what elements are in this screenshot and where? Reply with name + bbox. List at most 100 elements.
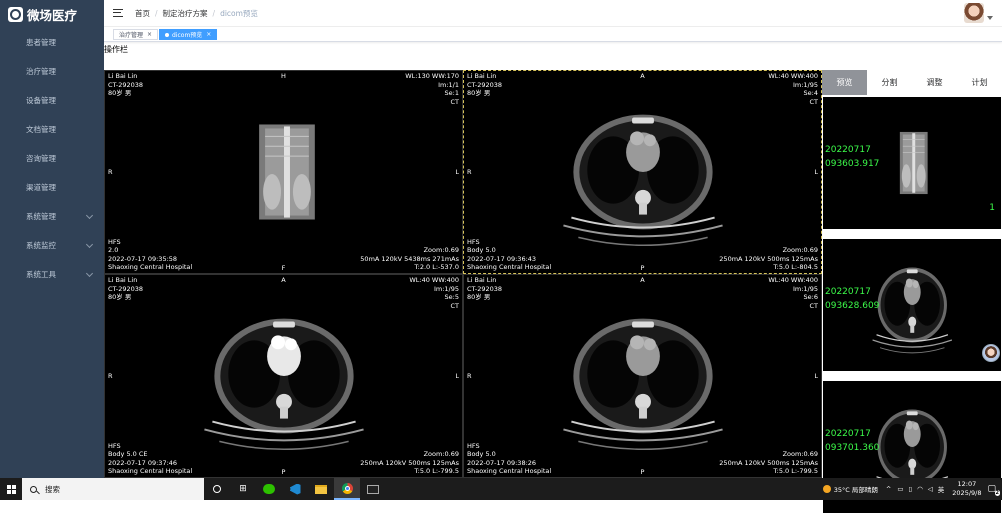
search-placeholder: 搜索 xyxy=(45,484,60,494)
orientation-left: R xyxy=(467,372,472,380)
dicom-viewport[interactable]: Li Bai Lin CT-292038 80岁 男 WL:40 WW:400 Im:… xyxy=(463,274,822,478)
notification-count: 2 xyxy=(994,490,1000,496)
terminal-icon[interactable] xyxy=(360,478,386,500)
orientation-top: H xyxy=(281,72,286,80)
overlay-line: Zoom:0.69 xyxy=(782,450,818,459)
overlay-line: CT xyxy=(450,301,459,310)
tag-treatment-management[interactable]: 治疗管理 × xyxy=(113,29,159,40)
overlay-series-info: HFS Body 5.0 2022-07-17 09:36:43 Shaoxing C… xyxy=(467,238,551,272)
display-icon[interactable]: ▯ xyxy=(909,485,913,493)
task-view-icon[interactable] xyxy=(204,478,230,500)
overlay-line: Shaoxing Central Hospital xyxy=(108,467,193,476)
overlay-window-info: WL:40 WW:400 Im:1/95 Se:6 CT xyxy=(768,276,818,310)
series-thumbnail[interactable]: 20220717 093628.609 xyxy=(823,239,1001,371)
widgets-icon[interactable]: ⊞ xyxy=(230,478,256,500)
tag-dicom-preview[interactable]: dicom预览 × xyxy=(159,29,218,40)
orientation-right: L xyxy=(455,372,459,380)
series-thumbnail[interactable]: 20220717 093603.917 1 xyxy=(823,97,1001,229)
sidebar-item-system-admin[interactable]: 系统管理 xyxy=(0,202,104,231)
overlay-patient-info: Li Bai Lin CT-292038 80岁 男 xyxy=(108,72,143,98)
dicom-viewport[interactable]: Li Bai Lin CT-292038 80岁 男 WL:130 WW:170 Im… xyxy=(104,70,463,274)
overlay-patient-info: Li Bai Lin CT-292038 80岁 男 xyxy=(467,72,502,98)
overlay-line: 50mA 120kV 5438ms 271mAs xyxy=(360,254,459,263)
thumbnail-label: 20220717 093628.609 xyxy=(825,285,879,313)
weather-text[interactable]: 35°C 局部晴朗 xyxy=(834,484,878,494)
thumbnail-label: 20220717 093701.360 xyxy=(825,427,879,455)
wechat-icon[interactable] xyxy=(256,478,282,500)
ime-indicator[interactable]: 英 xyxy=(938,484,945,494)
volume-icon[interactable]: ◁ xyxy=(928,485,933,493)
thumbnail-date: 20220717 xyxy=(825,145,871,155)
sidebar-item-label: 渠道管理 xyxy=(26,183,56,192)
sidebar-item-documents[interactable]: 文档管理 xyxy=(0,115,104,144)
overlay-scan-params: Zoom:0.69 250mA 120kV 500ms 125mAs T:5.0 L… xyxy=(719,450,818,476)
overlay-line: Se:4 xyxy=(803,89,818,98)
overlay-line: Shaoxing Central Hospital xyxy=(467,467,552,476)
orientation-right: L xyxy=(814,168,818,176)
tab-plan[interactable]: 计划 xyxy=(957,70,1002,95)
overlay-line: CT xyxy=(450,97,459,106)
taskbar-search[interactable]: 搜索 xyxy=(22,478,204,500)
breadcrumb-home[interactable]: 首页 xyxy=(135,8,150,19)
overlay-line: CT-292038 xyxy=(108,284,144,293)
thumbnail-time: 093701.360 xyxy=(825,443,880,453)
orientation-left: R xyxy=(467,168,472,176)
sidebar-item-system-monitor[interactable]: 系统监控 xyxy=(0,231,104,260)
toolbar-label: 操作栏 xyxy=(104,45,128,54)
sidebar-menu: 患者管理 治疗管理 设备管理 文档管理 咨询管理 渠道管理 系统管理 系统监控 … xyxy=(0,28,104,289)
top-navbar: 首页 / 制定治疗方案 / dicom预览 xyxy=(104,0,1002,27)
wifi-icon[interactable]: ◠ xyxy=(917,485,923,493)
close-icon[interactable]: × xyxy=(206,31,211,38)
windows-start-icon[interactable] xyxy=(0,478,22,500)
active-dot-icon xyxy=(165,32,169,37)
tab-segmentation[interactable]: 分割 xyxy=(867,70,912,95)
sidebar-item-channels[interactable]: 渠道管理 xyxy=(0,173,104,202)
tab-preview[interactable]: 预览 xyxy=(822,70,867,95)
chrome-icon[interactable] xyxy=(334,478,360,500)
overlay-scan-params: Zoom:0.69 250mA 120kV 500ms 125mAs T:5.0 L… xyxy=(719,246,818,272)
overlay-window-info: WL:40 WW:400 Im:1/95 Se:5 CT xyxy=(409,276,459,310)
overlay-line: WL:40 WW:400 xyxy=(768,72,818,80)
overlay-line: Se:1 xyxy=(444,89,459,98)
app-logo[interactable]: 微场医疗 xyxy=(0,0,104,28)
clock[interactable]: 12:07 2025/9/8 xyxy=(952,480,981,498)
assistant-avatar-icon[interactable] xyxy=(982,344,1000,362)
overlay-line: 80岁 男 xyxy=(467,293,491,302)
windows-taskbar: 搜索 ⊞ 35°C 局部晴朗 ^ ▭ ▯ ◠ ◁ 英 12:07 2025/9/… xyxy=(0,478,1002,500)
user-avatar[interactable] xyxy=(964,3,984,23)
overlay-line: WL:40 WW:400 xyxy=(409,276,459,284)
overlay-line: T:5.0 L:-799.5 xyxy=(414,467,459,476)
overlay-line: Im:1/95 xyxy=(792,284,818,293)
chevron-up-icon[interactable]: ^ xyxy=(886,485,891,493)
panel-tabs: 预览 分割 调整 计划 xyxy=(822,70,1002,95)
close-icon[interactable]: × xyxy=(147,31,152,38)
orientation-left: R xyxy=(108,168,113,176)
breadcrumb-current: dicom预览 xyxy=(220,8,258,18)
chevron-down-icon xyxy=(85,269,94,277)
notification-icon[interactable]: ▢ 2 xyxy=(987,484,1000,496)
overlay-line: 2.0 xyxy=(108,246,119,255)
caret-down-icon[interactable] xyxy=(987,16,993,20)
breadcrumb-treatment-plan[interactable]: 制定治疗方案 xyxy=(163,8,208,19)
network-icon[interactable]: ▭ xyxy=(897,485,903,493)
sidebar-item-consulting[interactable]: 咨询管理 xyxy=(0,144,104,173)
orientation-right: L xyxy=(814,372,818,380)
orientation-right: L xyxy=(455,168,459,176)
vscode-icon[interactable] xyxy=(282,478,308,500)
dicom-viewport[interactable]: Li Bai Lin CT-292038 80岁 男 WL:40 WW:400 Im:… xyxy=(104,274,463,478)
sidebar-item-devices[interactable]: 设备管理 xyxy=(0,86,104,115)
tag-label: 治疗管理 xyxy=(119,32,144,39)
logo-text: 微场医疗 xyxy=(27,7,78,23)
hamburger-icon[interactable] xyxy=(113,9,123,17)
overlay-line: Li Bai Lin xyxy=(108,72,138,80)
sidebar-item-system-tools[interactable]: 系统工具 xyxy=(0,260,104,289)
file-explorer-icon[interactable] xyxy=(308,478,334,500)
overlay-line: 250mA 120kV 500ms 125mAs xyxy=(360,458,459,467)
overlay-scan-params: Zoom:0.69 50mA 120kV 5438ms 271mAs T:2.0 L… xyxy=(360,246,459,272)
overlay-line: Im:1/95 xyxy=(792,80,818,89)
sidebar-item-treatment[interactable]: 治疗管理 xyxy=(0,57,104,86)
dicom-viewport[interactable]: Li Bai Lin CT-292038 80岁 男 WL:40 WW:400 Im:… xyxy=(463,70,822,274)
overlay-line: Se:5 xyxy=(444,293,459,302)
sidebar-item-patients[interactable]: 患者管理 xyxy=(0,28,104,57)
tab-adjust[interactable]: 调整 xyxy=(912,70,957,95)
